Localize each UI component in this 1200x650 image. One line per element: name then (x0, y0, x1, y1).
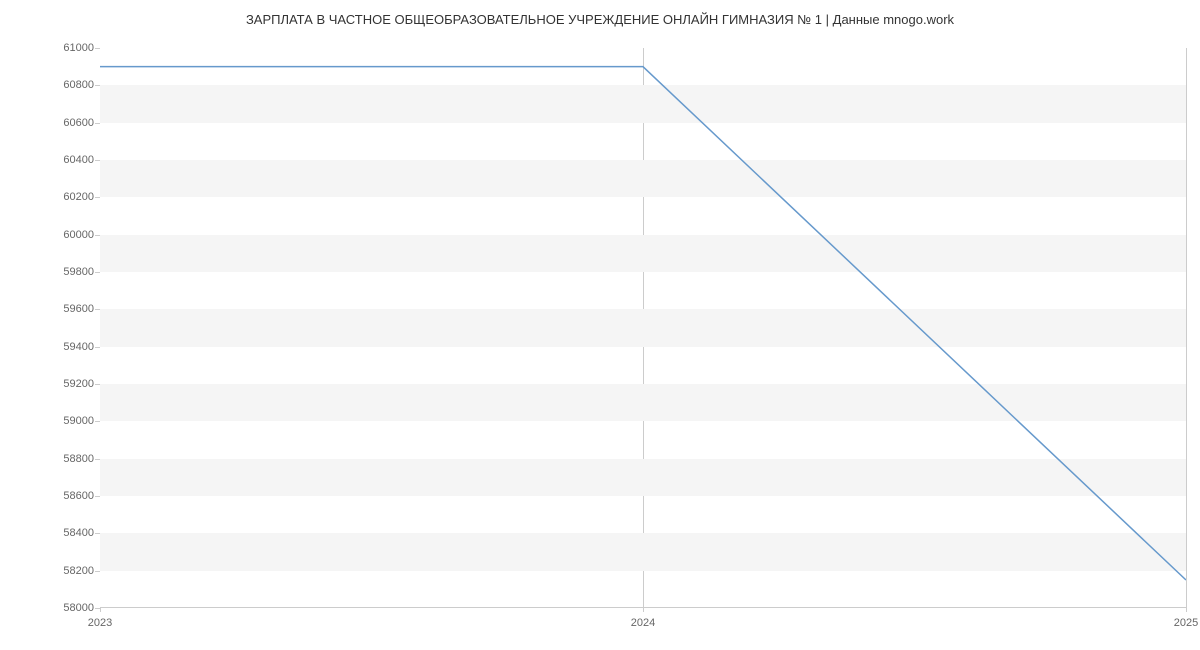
y-tick-mark (95, 421, 100, 422)
y-tick-label: 59000 (50, 415, 94, 427)
y-tick-mark (95, 85, 100, 86)
x-tick-mark (100, 607, 101, 612)
y-tick-label: 59400 (50, 341, 94, 353)
y-tick-mark (95, 123, 100, 124)
x-tick-mark (1186, 607, 1187, 612)
data-line (100, 67, 1186, 580)
y-tick-mark (95, 496, 100, 497)
y-tick-mark (95, 48, 100, 49)
x-tick-mark (643, 607, 644, 612)
y-tick-label: 58800 (50, 453, 94, 465)
y-tick-label: 58600 (50, 490, 94, 502)
line-series (100, 48, 1186, 608)
y-tick-mark (95, 160, 100, 161)
y-tick-label: 59800 (50, 266, 94, 278)
y-tick-label: 58200 (50, 565, 94, 577)
y-tick-label: 61000 (50, 42, 94, 54)
v-gridline (1186, 48, 1187, 608)
y-tick-label: 60800 (50, 79, 94, 91)
chart-area: 5800058200584005860058800590005920059400… (100, 48, 1186, 608)
x-tick-label: 2025 (1174, 617, 1198, 629)
y-tick-label: 58400 (50, 527, 94, 539)
y-tick-mark (95, 235, 100, 236)
y-tick-label: 59600 (50, 303, 94, 315)
y-tick-mark (95, 459, 100, 460)
x-tick-label: 2024 (631, 617, 655, 629)
y-tick-label: 60000 (50, 229, 94, 241)
y-tick-mark (95, 571, 100, 572)
plot-region: 5800058200584005860058800590005920059400… (100, 48, 1186, 608)
y-tick-label: 60400 (50, 154, 94, 166)
y-tick-label: 60600 (50, 117, 94, 129)
y-tick-label: 58000 (50, 602, 94, 614)
y-tick-mark (95, 533, 100, 534)
y-tick-label: 60200 (50, 191, 94, 203)
x-tick-label: 2023 (88, 617, 112, 629)
y-tick-mark (95, 384, 100, 385)
y-tick-mark (95, 272, 100, 273)
y-tick-mark (95, 347, 100, 348)
y-tick-label: 59200 (50, 378, 94, 390)
chart-title: ЗАРПЛАТА В ЧАСТНОЕ ОБЩЕОБРАЗОВАТЕЛЬНОЕ У… (0, 0, 1200, 27)
y-tick-mark (95, 309, 100, 310)
y-tick-mark (95, 197, 100, 198)
